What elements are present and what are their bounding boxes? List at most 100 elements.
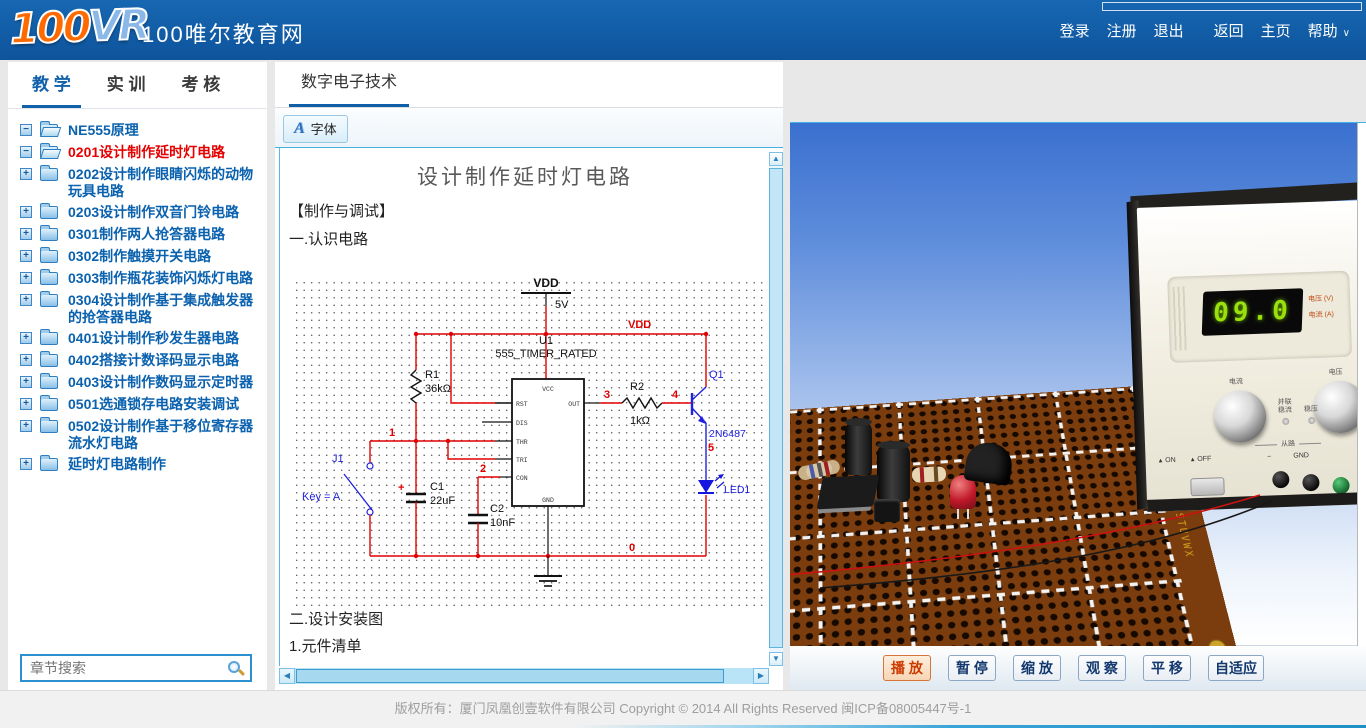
expand-icon[interactable]: + xyxy=(20,294,32,306)
collapse-icon[interactable]: − xyxy=(20,124,32,136)
viewer-button-1[interactable]: 暂 停 xyxy=(948,655,996,681)
viewer-button-4[interactable]: 平 移 xyxy=(1143,655,1191,681)
minus-label: − xyxy=(1267,453,1271,460)
header-link-3[interactable]: 返回 xyxy=(1214,20,1244,41)
vertical-scrollbar[interactable]: ▲ ▼ xyxy=(769,152,783,666)
svg-text:VDD: VDD xyxy=(628,319,651,331)
svg-text:R2: R2 xyxy=(630,381,644,393)
viewer-button-5[interactable]: 自适应 xyxy=(1208,655,1264,681)
tree-item-10[interactable]: +0403设计制作数码显示定时器 xyxy=(18,374,261,392)
svg-text:Key = A: Key = A xyxy=(302,491,341,503)
voltage-unit-label: 电压 (V) xyxy=(1308,291,1334,308)
output-terminal-black[interactable] xyxy=(1302,474,1320,492)
current-knob[interactable] xyxy=(1213,390,1267,444)
sidebar-tabs: 教 学实 训考 核 xyxy=(8,62,267,109)
doc-section-recognize: 一.认识电路 xyxy=(289,228,368,249)
search-icon[interactable] xyxy=(227,660,244,677)
output-terminal-black[interactable] xyxy=(1272,471,1290,489)
tab-digital-electronics[interactable]: 数字电子技术 xyxy=(289,62,409,107)
svg-text:C1: C1 xyxy=(430,481,444,493)
svg-text:5: 5 xyxy=(708,442,714,454)
scroll-up-arrow[interactable]: ▲ xyxy=(769,152,783,166)
folder-icon xyxy=(40,206,58,219)
tree-item-11[interactable]: +0501选通锁存电路安装调试 xyxy=(18,396,261,414)
header-links: 登录注册退出 返回主页帮助∨ xyxy=(1043,20,1350,41)
tree-item-8[interactable]: +0401设计制作秒发生器电路 xyxy=(18,330,261,348)
scroll-left-arrow[interactable]: ◀ xyxy=(279,668,295,684)
document-viewport: 设计制作延时灯电路 【制作与调试】 一.认识电路 VDD xyxy=(275,148,783,690)
search-input[interactable] xyxy=(28,659,227,677)
svg-text:DIS: DIS xyxy=(516,420,528,427)
ground-terminal-green[interactable] xyxy=(1332,477,1350,495)
expand-icon[interactable]: + xyxy=(20,206,32,218)
folder-icon xyxy=(40,146,58,159)
page-scrollbar-strip[interactable] xyxy=(1357,123,1366,646)
expand-icon[interactable]: + xyxy=(20,332,32,344)
chevron-down-icon: ∨ xyxy=(1343,28,1350,39)
expand-icon[interactable]: + xyxy=(20,420,32,432)
header-link-1[interactable]: 注册 xyxy=(1107,20,1137,41)
viewer-button-0[interactable]: 播 放 xyxy=(883,655,931,681)
viewer-button-3[interactable]: 观 察 xyxy=(1078,655,1126,681)
horizontal-scrollbar[interactable]: ◀ ▶ xyxy=(279,668,769,684)
vertical-scroll-thumb[interactable] xyxy=(769,168,783,648)
expand-icon[interactable]: + xyxy=(20,228,32,240)
folder-icon xyxy=(40,332,58,345)
expand-icon[interactable]: + xyxy=(20,458,32,470)
resistor-component[interactable] xyxy=(912,466,947,483)
electrolytic-capacitor[interactable] xyxy=(845,421,872,475)
tree-item-5[interactable]: +0302制作触摸开关电路 xyxy=(18,248,261,266)
tree-item-12[interactable]: +0502设计制作基于移位寄存器流水灯电路 xyxy=(18,418,261,452)
tree-item-label: 0303制作瓶花装饰闪烁灯电路 xyxy=(68,270,253,286)
svg-text:THR: THR xyxy=(516,439,528,446)
tree-item-label: 0401设计制作秒发生器电路 xyxy=(68,330,239,346)
collapse-icon[interactable]: − xyxy=(20,146,32,158)
expand-icon[interactable]: + xyxy=(20,168,32,180)
power-supply: 09.0 电压 (V) 电流 (A) 电流 电压 并联 稳流 xyxy=(1136,185,1366,527)
ne555-ic-chip[interactable] xyxy=(817,475,880,510)
header-link-0[interactable]: 登录 xyxy=(1060,20,1090,41)
sidebar-tab-1[interactable]: 实 训 xyxy=(97,62,156,105)
site-logo[interactable]: 100VR xyxy=(9,0,148,53)
tree-item-7[interactable]: +0304设计制作基于集成触发器的抢答器电路 xyxy=(18,292,261,326)
expand-icon[interactable]: + xyxy=(20,398,32,410)
tree-item-2[interactable]: +0202设计制作眼睛闪烁的动物玩具电路 xyxy=(18,166,261,200)
scroll-right-arrow[interactable]: ▶ xyxy=(753,668,769,684)
folder-icon xyxy=(40,228,58,241)
sidebar-tab-0[interactable]: 教 学 xyxy=(22,62,81,108)
expand-icon[interactable]: + xyxy=(20,354,32,366)
expand-icon[interactable]: + xyxy=(20,376,32,388)
push-button-component[interactable] xyxy=(874,499,900,522)
power-supply-front: 09.0 电压 (V) 电流 (A) 电流 电压 并联 稳流 xyxy=(1137,200,1366,512)
horizontal-scroll-thumb[interactable] xyxy=(296,669,724,683)
tree-item-label: 0502设计制作基于移位寄存器流水灯电路 xyxy=(68,418,253,451)
font-button[interactable]: A 字体 xyxy=(283,115,348,143)
scroll-down-arrow[interactable]: ▼ xyxy=(769,652,783,666)
header-link-4[interactable]: 主页 xyxy=(1261,20,1291,41)
footer: 版权所有：厦门凤凰创壹软件有限公司 Copyright © 2014 All R… xyxy=(0,690,1366,728)
tree-item-3[interactable]: +0203设计制作双音门铃电路 xyxy=(18,204,261,222)
tree-item-1[interactable]: −0201设计制作延时灯电路 xyxy=(18,144,261,162)
sidebar-tab-2[interactable]: 考 核 xyxy=(171,62,230,105)
voltage-knob-label: 电压 xyxy=(1329,369,1343,377)
power-button[interactable] xyxy=(1190,477,1225,496)
course-tree: − NE555原理 −0201设计制作延时灯电路 +0202设计制作眼睛闪烁的动物玩具… xyxy=(8,109,267,474)
electrolytic-capacitor[interactable] xyxy=(877,444,910,502)
display-bezel: 09.0 电压 (V) 电流 (A) xyxy=(1167,271,1352,363)
viewer-controls: 播 放暂 停缩 放观 察平 移自适应 xyxy=(790,645,1366,690)
gnd-label: GND xyxy=(1293,452,1309,460)
tree-item-4[interactable]: +0301制作两人抢答器电路 xyxy=(18,226,261,244)
tree-item-9[interactable]: +0402搭接计数译码显示电路 xyxy=(18,352,261,370)
viewer-button-2[interactable]: 缩 放 xyxy=(1013,655,1061,681)
3d-scene[interactable]: ABCDEFGHIJKLMNOPQRSTUVWX xyxy=(790,123,1366,646)
svg-text:J1: J1 xyxy=(332,453,344,465)
header-link-5[interactable]: 帮助∨ xyxy=(1308,20,1350,41)
tree-item-0[interactable]: − NE555原理 xyxy=(18,122,261,140)
tree-item-label: NE555原理 xyxy=(68,122,139,138)
tree-item-6[interactable]: +0303制作瓶花装饰闪烁灯电路 xyxy=(18,270,261,288)
expand-icon[interactable]: + xyxy=(20,250,32,262)
expand-icon[interactable]: + xyxy=(20,272,32,284)
svg-text:VCC: VCC xyxy=(542,386,554,393)
header-link-2[interactable]: 退出 xyxy=(1154,20,1184,41)
tree-item-13[interactable]: +延时灯电路制作 xyxy=(18,456,261,474)
